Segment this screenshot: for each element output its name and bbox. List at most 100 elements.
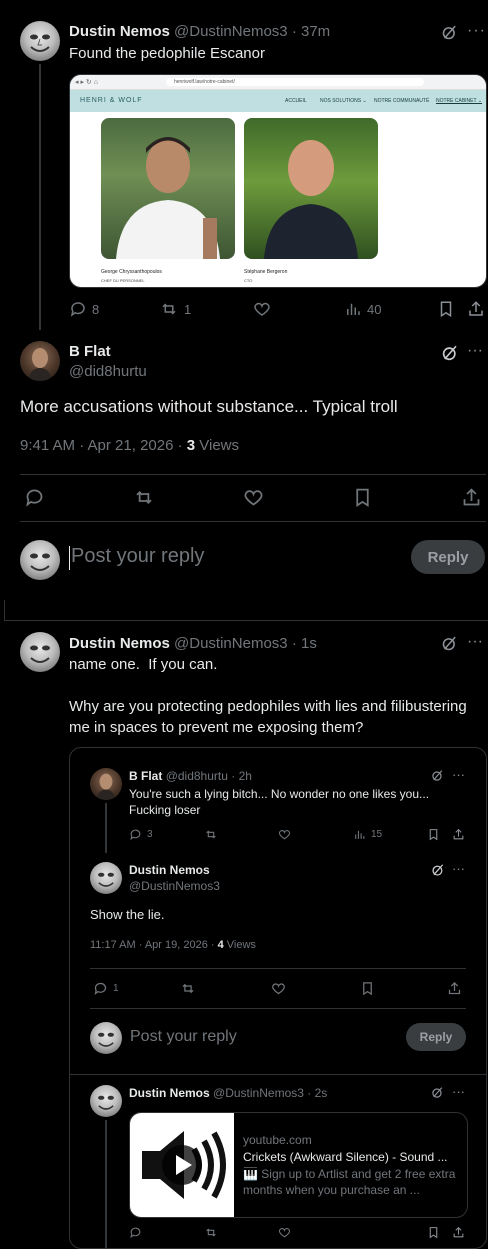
reply-count: 1 xyxy=(113,983,119,994)
repost-icon xyxy=(136,491,152,504)
post-text-line1: name one. If you can. xyxy=(69,656,218,673)
quoted-image[interactable]: B Flat @did8hurtu · 2h ··· You're such a… xyxy=(69,747,487,1249)
thread-line-2 xyxy=(105,803,107,853)
post-text: You're such a lying bitch... No wonder n… xyxy=(129,787,430,817)
author-name: Dustin Nemos xyxy=(129,863,210,877)
bookmark-icon xyxy=(429,1227,438,1239)
thread-line-3 xyxy=(105,1120,107,1248)
portrait-icon xyxy=(28,348,52,381)
bookmark-action xyxy=(427,828,440,846)
repost-action xyxy=(180,981,196,1001)
repost-count: 1 xyxy=(184,301,192,317)
views-action: 15 xyxy=(353,828,382,841)
avatar[interactable] xyxy=(20,341,60,381)
views-action[interactable]: 40 xyxy=(344,300,381,318)
views-count: 15 xyxy=(371,829,383,840)
reply-input[interactable]: Post your reply xyxy=(71,545,204,568)
reply-action[interactable]: 8 xyxy=(69,300,99,318)
post-text: More accusations without substance... Ty… xyxy=(20,397,398,416)
reply-input: Post your reply xyxy=(130,1028,237,1045)
grok-icon[interactable] xyxy=(441,344,459,362)
reply-action: 3 xyxy=(129,828,153,841)
text-cursor xyxy=(69,546,70,570)
bookmark-icon xyxy=(356,488,369,508)
reply-button[interactable]: Reply xyxy=(411,540,485,574)
reply-count: 3 xyxy=(147,829,153,840)
reply-action[interactable] xyxy=(24,487,45,508)
share-icon xyxy=(448,981,461,995)
repost-action[interactable]: 1 xyxy=(159,300,191,318)
post-timestamp[interactable]: 9:41 AM · Apr 21, 2026 · xyxy=(20,437,187,454)
post-text-line2: Why are you protecting pedophiles with l… xyxy=(69,698,467,736)
views-label: Views xyxy=(223,939,256,951)
author-handle: @DustinNemos3 xyxy=(213,1086,304,1100)
link-card-description: 🎹 Sign up to Artlist and get 2 free extr… xyxy=(243,1167,456,1197)
browser-url: henriwolf.law/notre-cabinet/ xyxy=(166,78,424,86)
like-action[interactable] xyxy=(253,300,271,318)
person-photo-2 xyxy=(244,118,378,259)
share-action[interactable] xyxy=(461,487,482,508)
person-name-1: George Chryssanthopoulos xyxy=(101,269,162,275)
author-name: Dustin Nemos xyxy=(129,1086,210,1100)
share-action[interactable] xyxy=(467,300,485,318)
face-icon xyxy=(98,1032,114,1047)
reply-icon xyxy=(94,982,107,995)
more-icon: ··· xyxy=(452,767,465,782)
link-card-title: Crickets (Awkward Silence) - Sound ... xyxy=(243,1150,448,1164)
face-icon xyxy=(98,1095,114,1110)
heart-icon xyxy=(278,830,291,840)
browser-nav-icons: ◂ ▸ ↻ ⌂ xyxy=(75,79,98,86)
like-action[interactable] xyxy=(243,487,264,508)
face-icon xyxy=(30,553,50,571)
like-action xyxy=(278,828,291,846)
reply-button: Reply xyxy=(406,1023,466,1051)
author-name[interactable]: Dustin Nemos xyxy=(69,635,170,652)
avatar xyxy=(90,862,122,894)
site-nav-3: NOTRE COMMUNAUTÉ xyxy=(374,98,430,104)
portrait-icon xyxy=(96,773,116,800)
more-icon[interactable]: ··· xyxy=(467,633,483,651)
reply-count: 8 xyxy=(92,301,100,317)
share-icon xyxy=(453,1226,464,1238)
grok-icon[interactable] xyxy=(441,635,458,652)
views-icon xyxy=(355,830,365,839)
share-icon xyxy=(453,828,464,840)
grok-icon[interactable] xyxy=(441,24,458,41)
more-icon[interactable]: ··· xyxy=(467,22,486,40)
author-handle[interactable]: @did8hurtu xyxy=(69,363,147,380)
reply-action: 1 xyxy=(93,981,119,996)
person-role-2: CTO xyxy=(244,278,253,283)
person-photo-1 xyxy=(101,118,235,259)
more-icon[interactable]: ··· xyxy=(467,342,483,360)
author-handle: @did8hurtu xyxy=(165,769,228,783)
post-time[interactable]: · 37m xyxy=(292,23,330,40)
author-handle[interactable]: @DustinNemos3 xyxy=(174,23,288,40)
avatar xyxy=(90,1022,122,1054)
face-icon xyxy=(30,34,50,52)
repost-icon xyxy=(206,1228,216,1237)
bookmark-action[interactable] xyxy=(437,300,455,318)
share-icon xyxy=(469,301,483,316)
reply-icon xyxy=(70,302,85,317)
reply-icon xyxy=(130,829,141,841)
heart-icon xyxy=(278,1228,291,1238)
avatar[interactable] xyxy=(20,632,60,672)
post-time[interactable]: · 1s xyxy=(292,635,317,652)
author-name: B Flat xyxy=(129,769,163,783)
bookmark-action xyxy=(360,981,375,1001)
post-time: · 2s xyxy=(307,1086,328,1100)
post-image[interactable]: ◂ ▸ ↻ ⌂ henriwolf.law/notre-cabinet/ HEN… xyxy=(69,74,487,288)
heart-icon xyxy=(244,490,263,506)
repost-action[interactable] xyxy=(133,487,155,508)
heart-icon xyxy=(254,302,270,316)
author-name[interactable]: B Flat xyxy=(69,343,111,360)
grok-icon xyxy=(431,863,445,882)
site-nav-2: NOS SOLUTIONS ⌄ xyxy=(320,98,367,104)
author-handle[interactable]: @DustinNemos3 xyxy=(174,635,288,652)
avatar[interactable] xyxy=(20,21,60,61)
post-time: · 2h xyxy=(231,769,252,783)
author-name[interactable]: Dustin Nemos xyxy=(69,23,170,40)
bookmark-action[interactable] xyxy=(352,487,373,508)
repost-icon xyxy=(182,983,194,994)
link-card-domain: youtube.com xyxy=(243,1133,312,1147)
